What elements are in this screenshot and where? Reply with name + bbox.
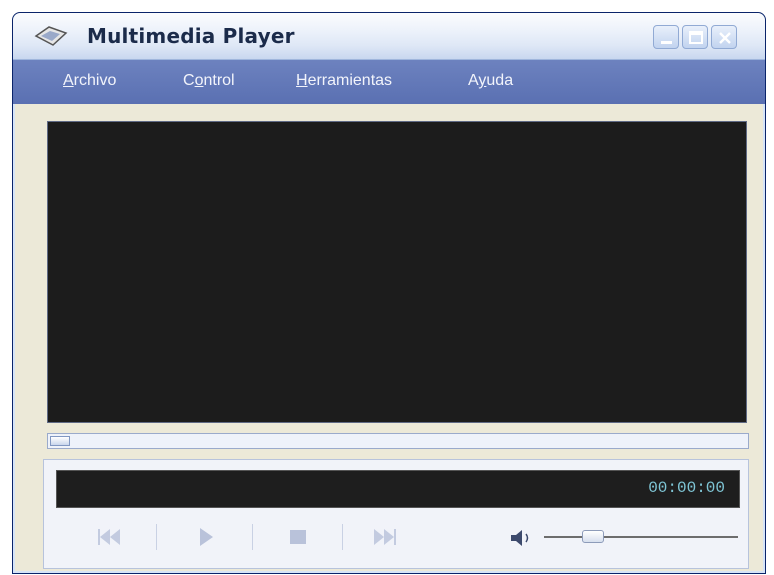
menu-accel: H [296, 72, 308, 89]
time-display: 00:00:00 [56, 470, 740, 508]
play-icon[interactable] [184, 520, 228, 554]
minimize-icon [661, 41, 672, 44]
maximize-button[interactable] [682, 25, 708, 49]
media-player-icon [34, 26, 68, 46]
seek-bar[interactable] [47, 433, 749, 449]
menu-control[interactable]: Control [183, 72, 235, 90]
menu-label-pre: C [183, 72, 195, 89]
menu-archivo[interactable]: Archivo [63, 72, 116, 90]
menu-bar: Archivo Control Herramientas Ayuda [13, 60, 765, 104]
control-separator [342, 524, 343, 550]
menu-ayuda[interactable]: Ayuda [468, 72, 513, 90]
menu-accel: A [63, 72, 74, 89]
control-separator [252, 524, 253, 550]
volume-track [544, 536, 738, 538]
menu-label-pre: A [468, 72, 479, 89]
stop-icon[interactable] [276, 520, 320, 554]
volume-slider[interactable] [544, 530, 738, 543]
menu-herramientas[interactable]: Herramientas [296, 72, 392, 90]
rewind-icon[interactable] [88, 520, 132, 554]
menu-label-rest: uda [486, 72, 514, 89]
menu-label-rest: ntrol [203, 72, 235, 89]
player-window: Multimedia Player Archivo Control Herram… [12, 12, 766, 574]
control-panel: 00:00:00 [43, 459, 749, 569]
speaker-icon[interactable] [508, 528, 538, 548]
volume-thumb[interactable] [581, 530, 604, 543]
fast-forward-icon[interactable] [362, 520, 406, 554]
video-display[interactable] [47, 121, 747, 423]
close-icon [719, 32, 731, 44]
elapsed-time: 00:00:00 [648, 479, 725, 497]
minimize-button[interactable] [653, 25, 679, 49]
title-bar[interactable]: Multimedia Player [13, 13, 765, 60]
maximize-icon [689, 31, 703, 44]
menu-label-rest: rchivo [73, 72, 117, 89]
close-button[interactable] [711, 25, 737, 49]
window-title: Multimedia Player [87, 24, 295, 48]
seek-thumb[interactable] [50, 436, 70, 446]
menu-label-rest: erramientas [307, 72, 393, 89]
control-separator [156, 524, 157, 550]
